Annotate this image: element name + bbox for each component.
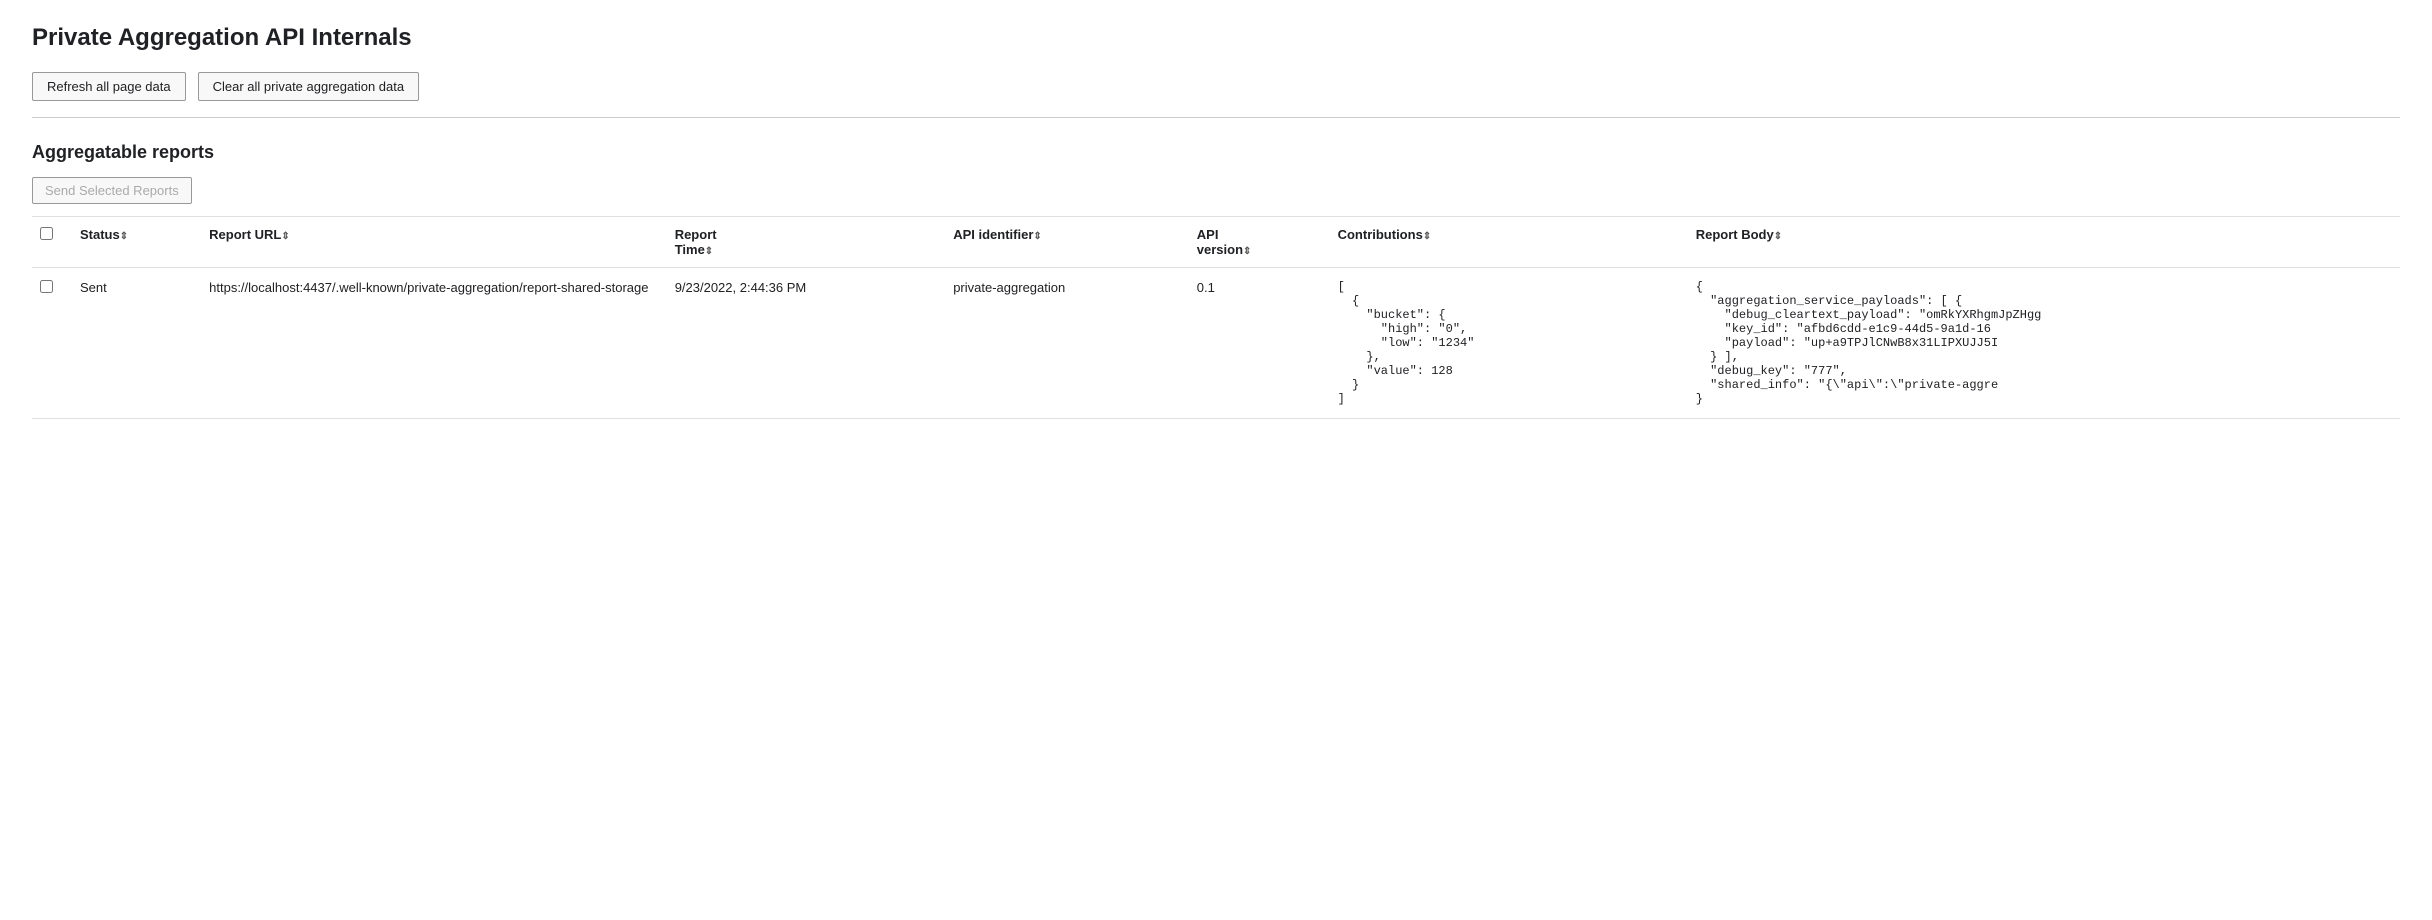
row-report-url: https://localhost:4437/.well-known/priva…	[197, 268, 663, 419]
send-selected-reports-button[interactable]: Send Selected Reports	[32, 177, 192, 204]
row-checkbox-cell	[32, 268, 68, 419]
row-contributions: [ { "bucket": { "high": "0", "low": "123…	[1326, 268, 1684, 419]
sort-icon-contributions[interactable]: ⇕	[1423, 231, 1431, 242]
header-contributions: Contributions⇕	[1326, 217, 1684, 268]
select-all-checkbox[interactable]	[40, 227, 53, 240]
header-report-body: Report Body⇕	[1684, 217, 2400, 268]
row-api-version: 0.1	[1185, 268, 1326, 419]
row-checkbox[interactable]	[40, 280, 53, 293]
sort-icon-time[interactable]: ⇕	[705, 246, 713, 257]
header-report-time: ReportTime⇕	[663, 217, 942, 268]
header-report-url: Report URL⇕	[197, 217, 663, 268]
sort-icon-api-ver[interactable]: ⇕	[1243, 246, 1251, 257]
header-api-version: APIversion⇕	[1185, 217, 1326, 268]
section-title: Aggregatable reports	[32, 142, 2400, 163]
table-row: Senthttps://localhost:4437/.well-known/p…	[32, 268, 2400, 419]
row-report-body: { "aggregation_service_payloads": [ { "d…	[1684, 268, 2400, 419]
sort-icon-url[interactable]: ⇕	[281, 231, 289, 242]
header-status: Status⇕	[68, 217, 197, 268]
row-api-identifier: private-aggregation	[941, 268, 1185, 419]
send-button-wrapper: Send Selected Reports	[32, 177, 2400, 204]
page-title: Private Aggregation API Internals	[32, 24, 2400, 52]
sort-icon-status[interactable]: ⇕	[120, 231, 128, 242]
reports-table: Status⇕ Report URL⇕ ReportTime⇕ API iden…	[32, 216, 2400, 419]
header-api-identifier: API identifier⇕	[941, 217, 1185, 268]
row-status: Sent	[68, 268, 197, 419]
sort-icon-api-id[interactable]: ⇕	[1033, 231, 1041, 242]
table-header-row: Status⇕ Report URL⇕ ReportTime⇕ API iden…	[32, 217, 2400, 268]
toolbar: Refresh all page data Clear all private …	[32, 72, 2400, 101]
row-report-time: 9/23/2022, 2:44:36 PM	[663, 268, 942, 419]
sort-icon-body[interactable]: ⇕	[1774, 231, 1782, 242]
header-checkbox-col	[32, 217, 68, 268]
clear-button[interactable]: Clear all private aggregation data	[198, 72, 420, 101]
divider	[32, 117, 2400, 118]
refresh-button[interactable]: Refresh all page data	[32, 72, 186, 101]
